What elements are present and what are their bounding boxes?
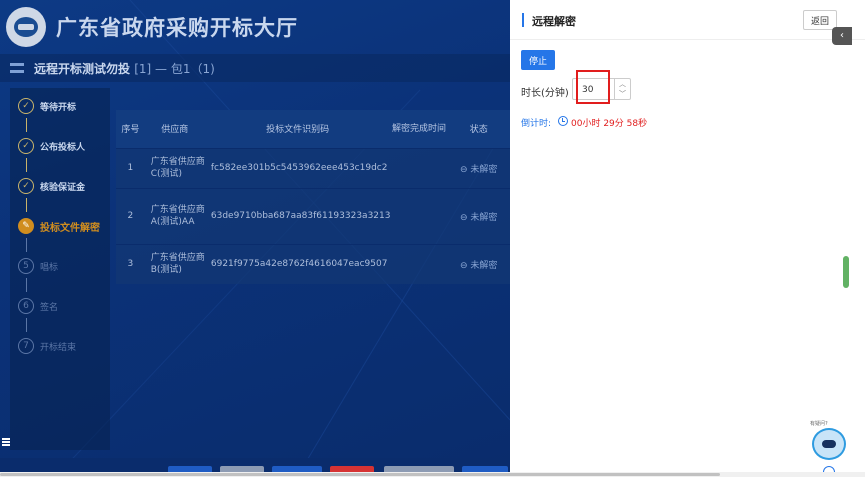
step-number: 6 bbox=[18, 298, 34, 314]
step-number: 5 bbox=[18, 258, 34, 274]
horizontal-scrollbar[interactable] bbox=[0, 472, 865, 477]
highlight-box bbox=[576, 70, 610, 104]
step-connector bbox=[26, 278, 27, 292]
step-label: 投标文件解密 bbox=[40, 222, 100, 234]
row-supplier: 广东省供应商A(测试)AA bbox=[144, 187, 205, 244]
project-name: 远程开标测试勿投 bbox=[34, 61, 131, 76]
column-header: 解密完成时间 bbox=[390, 110, 448, 148]
table-header-row: 序号 供应商 投标文件识别码 解密完成时间 状态 bbox=[116, 110, 510, 148]
row-decrypt-time bbox=[390, 243, 448, 284]
menu-icon[interactable] bbox=[2, 438, 10, 446]
step-label: 等待开标 bbox=[40, 102, 77, 113]
step-label: 签名 bbox=[40, 302, 59, 313]
step-announce: 5 唱标 bbox=[18, 258, 58, 274]
stepper-controls: ︿ ﹀ bbox=[614, 79, 630, 99]
help-label: 有疑问? bbox=[810, 421, 828, 427]
row-seq: 1 bbox=[116, 147, 145, 188]
drawer-title: 远程解密 bbox=[532, 15, 576, 28]
row-seq: 3 bbox=[116, 243, 145, 284]
bid-opening-app: 广东省政府采购开标大厅 远程开标测试勿投 [1] — 包1（1) ✓ 等待开标 … bbox=[0, 0, 510, 472]
step-label: 核验保证金 bbox=[40, 182, 86, 193]
step-publish-bidders: ✓ 公布投标人 bbox=[18, 138, 85, 154]
clock-icon bbox=[558, 116, 568, 126]
check-icon: ✓ bbox=[18, 98, 34, 114]
step-sign: 6 签名 bbox=[18, 298, 58, 314]
layers-icon bbox=[10, 63, 24, 73]
project-bar: 远程开标测试勿投 [1] — 包1（1) bbox=[0, 54, 510, 82]
portal-header: 广东省政府采购开标大厅 bbox=[0, 0, 510, 54]
step-verify-deposit: ✓ 核验保证金 bbox=[18, 178, 85, 194]
progress-steps: ✓ 等待开标 ✓ 公布投标人 ✓ 核验保证金 ✎ 投标文件解密 5 唱标 6 签… bbox=[10, 88, 110, 450]
duration-label: 时长(分钟) bbox=[521, 88, 569, 99]
bid-files-table: 序号 供应商 投标文件识别码 解密完成时间 状态 1 广东省供应商C(测试) f… bbox=[116, 110, 510, 284]
decrement-icon[interactable]: ﹀ bbox=[615, 89, 630, 99]
row-status: ⊖ 未解密 bbox=[447, 187, 510, 244]
row-file-code: fc582ee301b5c5453962eee453c19dc2 bbox=[204, 147, 391, 188]
row-supplier: 广东省供应商C(测试) bbox=[144, 147, 205, 188]
step-number: 7 bbox=[18, 338, 34, 354]
step-connector bbox=[26, 318, 27, 332]
drawer-header: 远程解密 返回 bbox=[510, 0, 865, 40]
assistant-robot-icon[interactable] bbox=[812, 428, 846, 460]
stop-button[interactable]: 停止 bbox=[521, 50, 555, 70]
increment-icon[interactable]: ︿ bbox=[615, 79, 630, 89]
scrollbar-thumb[interactable] bbox=[843, 256, 849, 288]
step-label: 公布投标人 bbox=[40, 142, 86, 153]
government-logo-icon bbox=[6, 7, 46, 47]
table-row[interactable]: 2 广东省供应商A(测试)AA 63de9710bba687aa83f61193… bbox=[116, 187, 510, 244]
row-status: ⊖ 未解密 bbox=[447, 243, 510, 284]
step-label: 唱标 bbox=[40, 262, 59, 273]
scrollbar-thumb[interactable] bbox=[0, 473, 720, 476]
portal-title: 广东省政府采购开标大厅 bbox=[56, 16, 298, 40]
back-button[interactable]: 返回 bbox=[803, 10, 837, 30]
step-connector bbox=[26, 198, 27, 212]
step-connector bbox=[26, 158, 27, 172]
pencil-icon: ✎ bbox=[18, 218, 34, 234]
column-header: 状态 bbox=[447, 110, 510, 148]
column-header: 投标文件识别码 bbox=[204, 110, 391, 148]
row-supplier: 广东省供应商B(测试) bbox=[144, 243, 205, 284]
table-row[interactable]: 3 广东省供应商B(测试) 6921f9775a42e8762f4616047e… bbox=[116, 243, 510, 284]
column-header: 供应商 bbox=[144, 110, 205, 148]
check-icon: ✓ bbox=[18, 178, 34, 194]
step-label: 开标结束 bbox=[40, 342, 77, 353]
remote-decrypt-drawer: 远程解密 返回 ‹ 停止 时长(分钟) ︿ ﹀ 倒计时: 00小时 29分 58… bbox=[510, 0, 865, 477]
countdown-label: 倒计时: bbox=[521, 119, 552, 129]
step-waiting-opening: ✓ 等待开标 bbox=[18, 98, 76, 114]
check-icon: ✓ bbox=[18, 138, 34, 154]
collapse-drawer-icon[interactable]: ‹ bbox=[832, 27, 852, 45]
row-seq: 2 bbox=[116, 187, 145, 244]
column-header: 序号 bbox=[116, 110, 145, 148]
step-finish: 7 开标结束 bbox=[18, 338, 76, 354]
row-decrypt-time bbox=[390, 147, 448, 188]
row-file-code: 6921f9775a42e8762f4616047eac9507 bbox=[204, 243, 391, 284]
table-row[interactable]: 1 广东省供应商C(测试) fc582ee301b5c5453962eee453… bbox=[116, 147, 510, 188]
row-status: ⊖ 未解密 bbox=[447, 147, 510, 188]
project-title: 远程开标测试勿投 [1] — 包1（1) bbox=[34, 60, 215, 77]
row-decrypt-time bbox=[390, 187, 448, 244]
step-decrypt-files: ✎ 投标文件解密 bbox=[18, 218, 100, 234]
row-file-code: 63de9710bba687aa83f61193323a3213 bbox=[204, 187, 391, 244]
countdown-value: 00小时 29分 58秒 bbox=[571, 119, 648, 129]
step-connector bbox=[26, 118, 27, 132]
project-package: [1] — 包1（1) bbox=[134, 61, 215, 76]
step-connector bbox=[26, 238, 27, 252]
title-accent-bar bbox=[522, 13, 524, 27]
